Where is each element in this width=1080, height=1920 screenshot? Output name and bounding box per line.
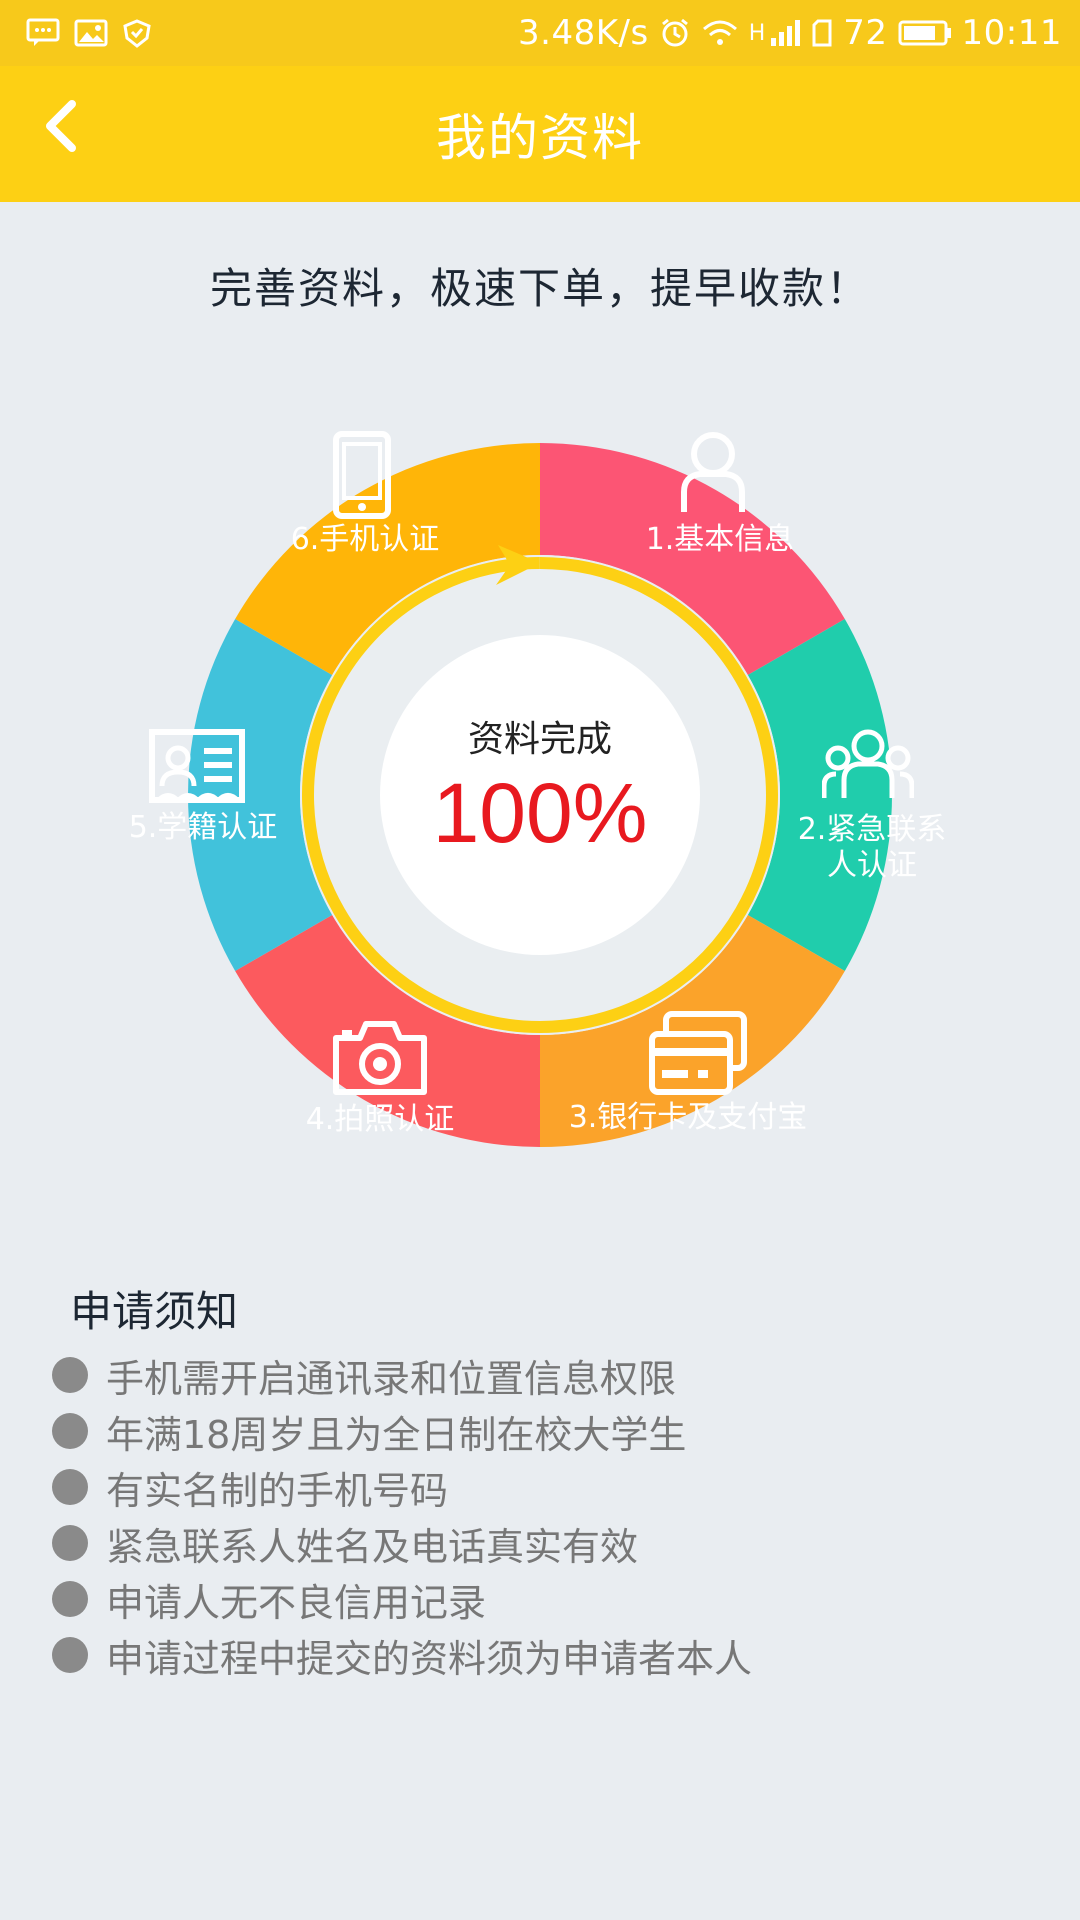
slogan-text: 完善资料，极速下单，提早收款！	[209, 264, 870, 313]
list-item: 有实名制的手机号码	[52, 1459, 1052, 1515]
notice-item-text: 申请人无不良信用记录	[106, 1580, 487, 1625]
progress-percent: 100%	[432, 766, 648, 860]
segment-label-bank-card[interactable]: 3.银行卡及支付宝	[548, 1100, 828, 1136]
battery-icon	[898, 18, 952, 48]
bullet-icon	[52, 1525, 88, 1561]
segment-label-line: 2.紧急联系	[797, 812, 947, 847]
alarm-icon	[659, 17, 691, 49]
bullet-icon	[52, 1637, 88, 1673]
list-item: 申请人无不良信用记录	[52, 1571, 1052, 1627]
profile-progress-ring: 1.基本信息 2.紧急联系 人认证 3.银行卡及支付宝 4.拍照认证 5.学籍认…	[0, 360, 1080, 1230]
message-icon	[26, 18, 60, 48]
status-bar-left	[0, 18, 152, 48]
net-speed: 3.48K/s	[518, 13, 649, 53]
bullet-icon	[52, 1581, 88, 1617]
signal-icon	[769, 18, 801, 48]
shield-icon	[122, 18, 152, 48]
segment-label-emergency-contact[interactable]: 2.紧急联系 人认证	[782, 812, 962, 884]
notice-item-text: 有实名制的手机号码	[106, 1468, 449, 1513]
notice-item-text: 紧急联系人姓名及电话真实有效	[106, 1524, 639, 1569]
sim-icon	[811, 18, 833, 48]
segment-label-photo[interactable]: 4.拍照认证	[280, 1102, 480, 1138]
back-button[interactable]	[20, 88, 100, 168]
status-bar: 3.48K/s H 72 10:11	[0, 0, 1080, 66]
bullet-icon	[52, 1469, 88, 1505]
progress-label: 资料完成	[467, 719, 612, 760]
bullet-icon	[52, 1357, 88, 1393]
application-notice: 申请须知 手机需开启通讯录和位置信息权限 年满18周岁且为全日制在校大学生 有实…	[52, 1278, 1052, 1683]
battery-level: 72	[843, 13, 888, 53]
clock: 10:11	[961, 13, 1062, 53]
app-header: 我的资料	[0, 66, 1080, 202]
network-type: H	[748, 20, 766, 46]
list-item: 手机需开启通讯录和位置信息权限	[52, 1347, 1052, 1403]
notice-item-text: 手机需开启通讯录和位置信息权限	[106, 1356, 677, 1401]
status-bar-right: 3.48K/s H 72 10:11	[518, 13, 1080, 53]
bullet-icon	[52, 1413, 88, 1449]
notice-item-text: 申请过程中提交的资料须为申请者本人	[106, 1636, 753, 1681]
segment-label-line: 人认证	[827, 848, 917, 883]
segment-label-phone-verify[interactable]: 6.手机认证	[265, 522, 465, 558]
list-item: 申请过程中提交的资料须为申请者本人	[52, 1627, 1052, 1683]
list-item: 年满18周岁且为全日制在校大学生	[52, 1403, 1052, 1459]
list-item: 紧急联系人姓名及电话真实有效	[52, 1515, 1052, 1571]
segment-label-student-status[interactable]: 5.学籍认证	[108, 810, 298, 846]
image-icon	[74, 18, 108, 48]
notice-list: 手机需开启通讯录和位置信息权限 年满18周岁且为全日制在校大学生 有实名制的手机…	[52, 1347, 1052, 1683]
wifi-icon	[701, 18, 739, 48]
notice-title: 申请须知	[70, 1287, 239, 1336]
chevron-left-icon	[40, 98, 80, 158]
segment-label-basic-info[interactable]: 1.基本信息	[620, 522, 820, 558]
page-title: 我的资料	[436, 109, 644, 167]
notice-item-text: 年满18周岁且为全日制在校大学生	[106, 1412, 687, 1457]
